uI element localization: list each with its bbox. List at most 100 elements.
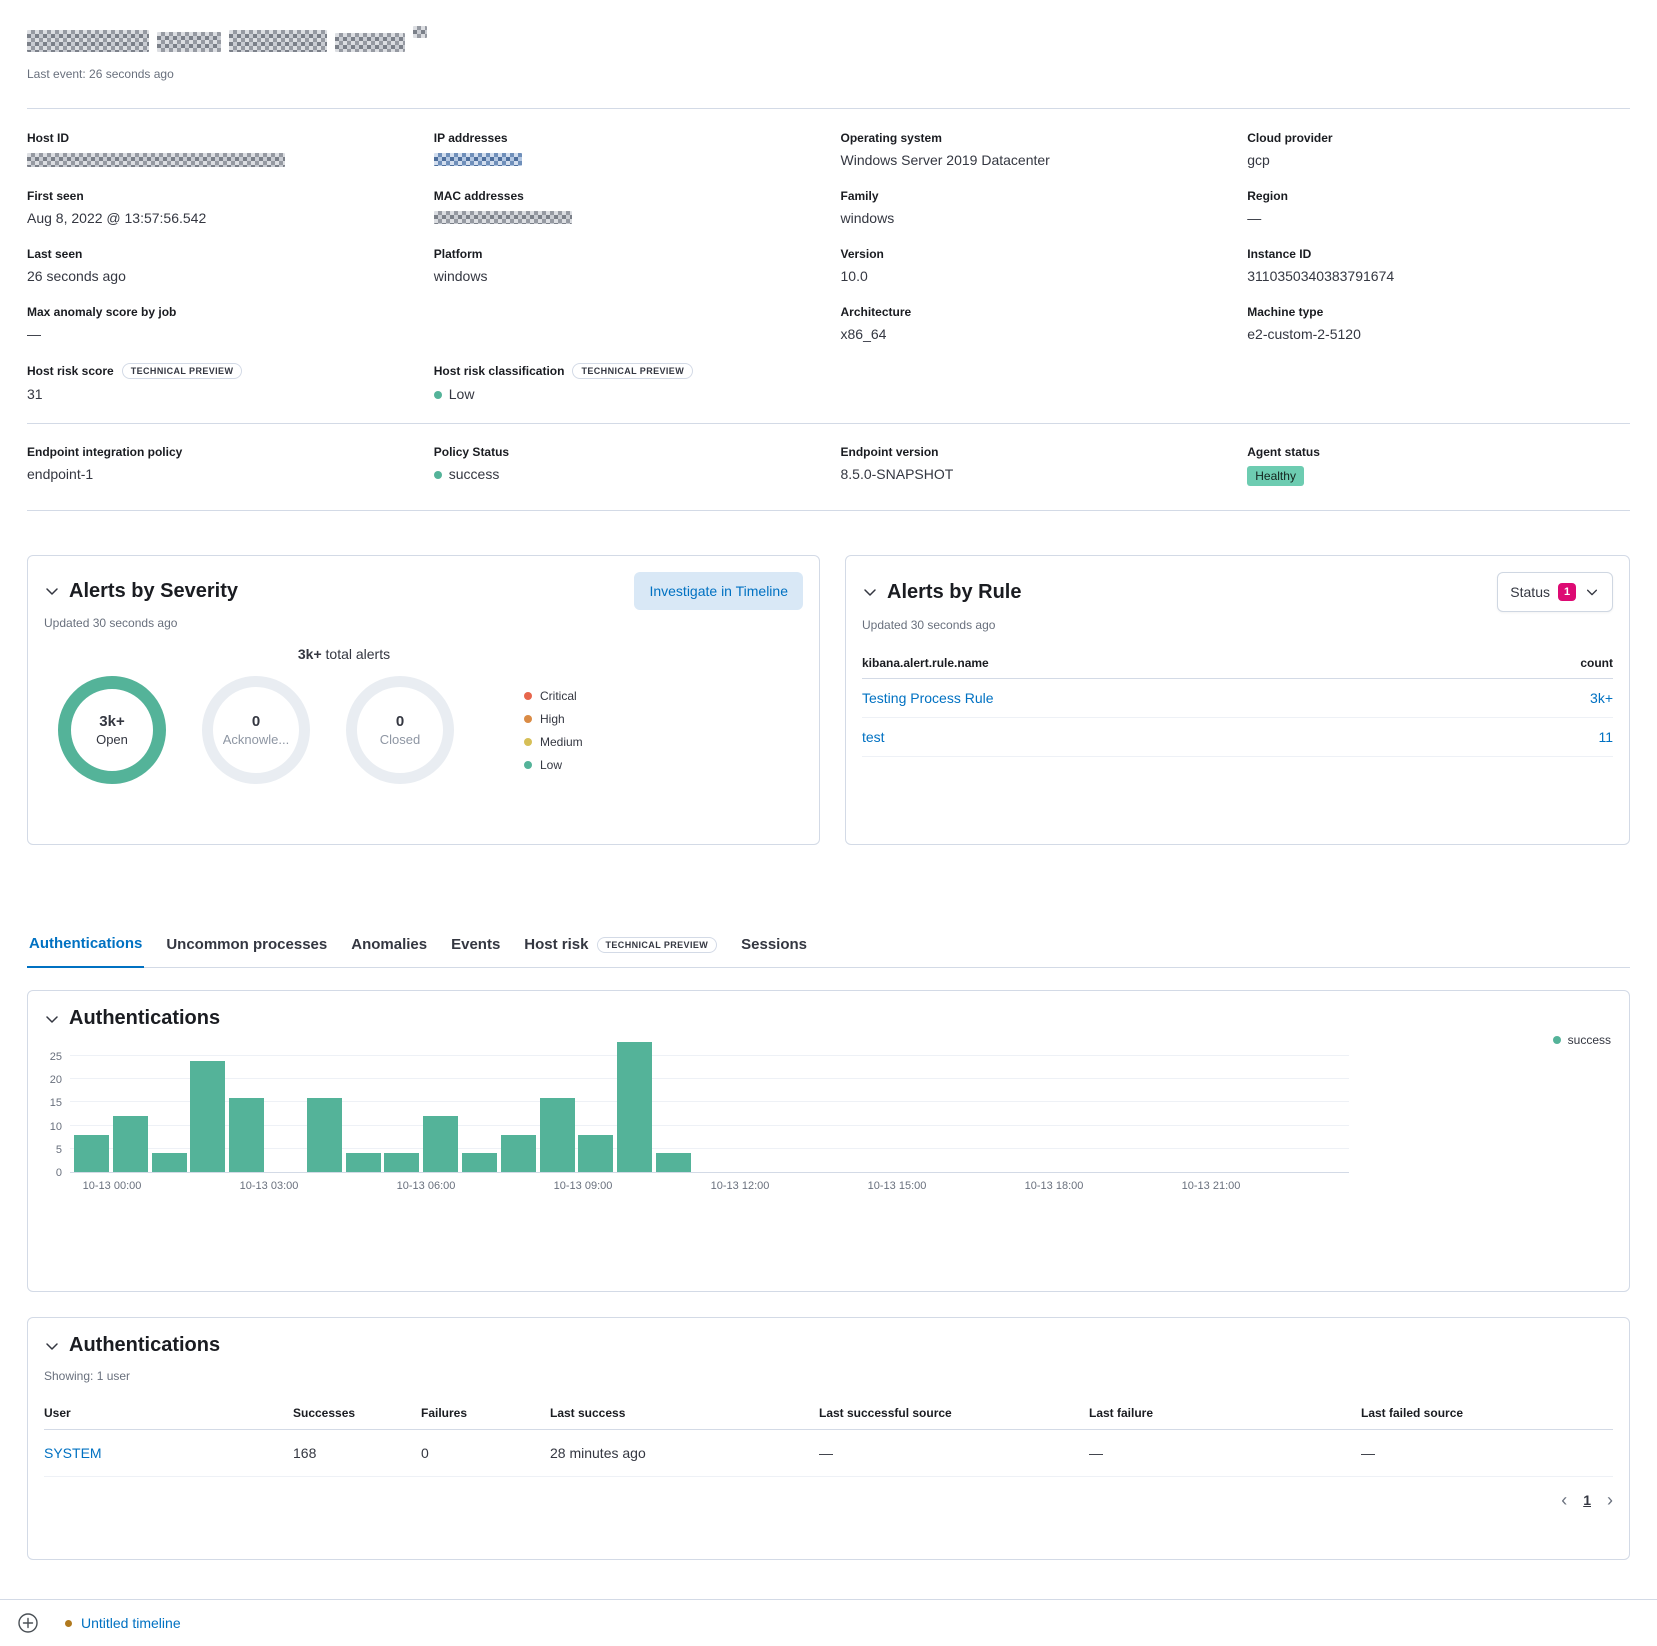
auth-chart: 0510152025 10-13 00:0010-13 03:0010-13 0… [44,1038,1613,1208]
field-last-seen: Last seen 26 seconds ago [27,247,410,285]
panel-title: Alerts by Rule [887,581,1021,604]
chevron-down-icon[interactable] [44,1338,60,1354]
auth-table: UserSuccessesFailuresLast successLast su… [44,1397,1613,1477]
auth-success-bar[interactable] [423,1116,458,1172]
x-axis-tick: 10-13 03:00 [224,1180,314,1192]
field-policy-status: Policy Status success [434,445,817,486]
auth-success-bar[interactable] [113,1116,148,1172]
auth-success-bar[interactable] [190,1061,225,1172]
auth-column-last-success[interactable]: Last success [550,1397,819,1429]
auth-user-link[interactable]: SYSTEM [44,1430,293,1476]
y-axis-tick: 20 [50,1074,62,1086]
auth-cell: — [1089,1430,1361,1476]
severity-legend-item-critical[interactable]: Critical [524,689,583,703]
rule-row: test 11 [862,718,1613,757]
auth-success-bar[interactable] [152,1153,187,1172]
auth-chart-plot [70,1038,1349,1173]
auth-success-bar[interactable] [346,1153,381,1172]
legend-label: High [540,712,565,726]
donut-closed[interactable]: 0 Closed [346,676,454,784]
auth-chart-xaxis: 10-13 00:0010-13 03:0010-13 06:0010-13 0… [70,1180,1349,1200]
alerts-rule-rows: Testing Process Rule 3k+ test 11 [862,679,1613,757]
field-host-id: Host ID [27,131,410,169]
severity-legend-item-medium[interactable]: Medium [524,735,583,749]
tab-uncommon-processes[interactable]: Uncommon processes [164,928,329,967]
chevron-down-icon[interactable] [862,584,878,600]
tab-sessions[interactable]: Sessions [739,928,809,967]
field-first-seen: First seen Aug 8, 2022 @ 13:57:56.542 [27,189,410,227]
chevron-down-icon[interactable] [44,583,60,599]
donut-open[interactable]: 3k+ Open [58,676,166,784]
severity-legend: Critical High Medium Low [524,689,583,772]
page-number[interactable]: 1 [1583,1492,1591,1508]
rule-count-link[interactable]: 3k+ [1590,690,1613,706]
donut-acknowledged[interactable]: 0 Acknowle... [202,676,310,784]
auth-column-last-successful-source[interactable]: Last successful source [819,1397,1089,1429]
status-count-badge: 1 [1558,583,1576,601]
policy-success-dot-icon [434,471,442,479]
updated-text: Updated 30 seconds ago [44,616,803,630]
chevron-down-icon [1584,584,1600,600]
tab-label: Sessions [741,936,807,953]
auth-column-last-failure[interactable]: Last failure [1089,1397,1361,1429]
legend-label: Medium [540,735,583,749]
chevron-down-icon[interactable] [44,1011,60,1027]
gridline [70,1078,1349,1079]
auth-success-bar[interactable] [501,1135,536,1172]
auth-column-user[interactable]: User [44,1397,293,1429]
endpoint-overview: Endpoint integration policy endpoint-1 P… [27,424,1630,510]
field-cloud-provider: Cloud provider gcp [1247,131,1630,169]
authentications-table-panel: Authentications Showing: 1 user UserSucc… [27,1317,1630,1560]
total-alerts-label: 3k+ total alerts [44,646,644,662]
tab-host-risk[interactable]: Host riskTECHNICAL PREVIEW [522,928,719,967]
previous-page-icon[interactable]: ‹ [1561,1491,1567,1509]
field-platform: Platform windows [434,247,817,285]
auth-success-bar[interactable] [540,1098,575,1172]
tab-authentications[interactable]: Authentications [27,927,144,968]
auth-success-bar[interactable] [229,1098,264,1172]
rule-name-link[interactable]: test [862,729,885,745]
x-axis-tick: 10-13 00:00 [67,1180,157,1192]
status-filter-select[interactable]: Status 1 [1497,572,1613,612]
auth-table-header: UserSuccessesFailuresLast successLast su… [44,1397,1613,1430]
tab-events[interactable]: Events [449,928,502,967]
y-axis-tick: 5 [56,1144,62,1156]
auth-success-bar[interactable] [307,1098,342,1172]
divider [27,510,1630,511]
auth-success-bar[interactable] [578,1135,613,1172]
rule-name-link[interactable]: Testing Process Rule [862,690,994,706]
auth-column-last-failed-source[interactable]: Last failed source [1361,1397,1613,1429]
untitled-timeline-button[interactable]: Untitled timeline [65,1615,181,1631]
auth-success-bar[interactable] [74,1135,109,1172]
auth-success-bar[interactable] [384,1153,419,1172]
redacted-mac-addresses [434,211,572,224]
last-event-text: Last event: 26 seconds ago [27,67,1630,81]
timeline-status-dot-icon [65,1620,72,1627]
redacted-ip-addresses [434,153,522,166]
y-axis-tick: 0 [56,1167,62,1179]
next-page-icon[interactable]: › [1607,1491,1613,1509]
page-title-redacted-hostname [27,26,1630,52]
field-machine-type: Machine type e2-custom-2-5120 [1247,305,1630,343]
auth-column-successes[interactable]: Successes [293,1397,421,1429]
legend-label: Critical [540,689,577,703]
tab-label: Uncommon processes [166,936,327,953]
tab-anomalies[interactable]: Anomalies [349,928,429,967]
rule-count-link[interactable]: 11 [1598,729,1613,745]
auth-success-bar[interactable] [462,1153,497,1172]
severity-legend-item-low[interactable]: Low [524,758,583,772]
auth-column-failures[interactable]: Failures [421,1397,550,1429]
rule-count-column-header[interactable]: count [1580,656,1613,670]
add-timeline-icon[interactable] [17,1612,39,1634]
field-endpoint-version: Endpoint version 8.5.0-SNAPSHOT [841,445,1224,486]
y-axis-tick: 25 [50,1051,62,1063]
auth-success-bar[interactable] [617,1042,652,1172]
tabs: Authentications Uncommon processes Anomali… [27,927,1630,968]
auth-cell: 28 minutes ago [550,1430,819,1476]
rule-name-column-header[interactable]: kibana.alert.rule.name [862,656,989,670]
severity-legend-item-high[interactable]: High [524,712,583,726]
investigate-in-timeline-button[interactable]: Investigate in Timeline [634,572,803,610]
risk-low-dot-icon [434,391,442,399]
technical-preview-badge: TECHNICAL PREVIEW [122,363,243,379]
auth-success-bar[interactable] [656,1153,691,1172]
